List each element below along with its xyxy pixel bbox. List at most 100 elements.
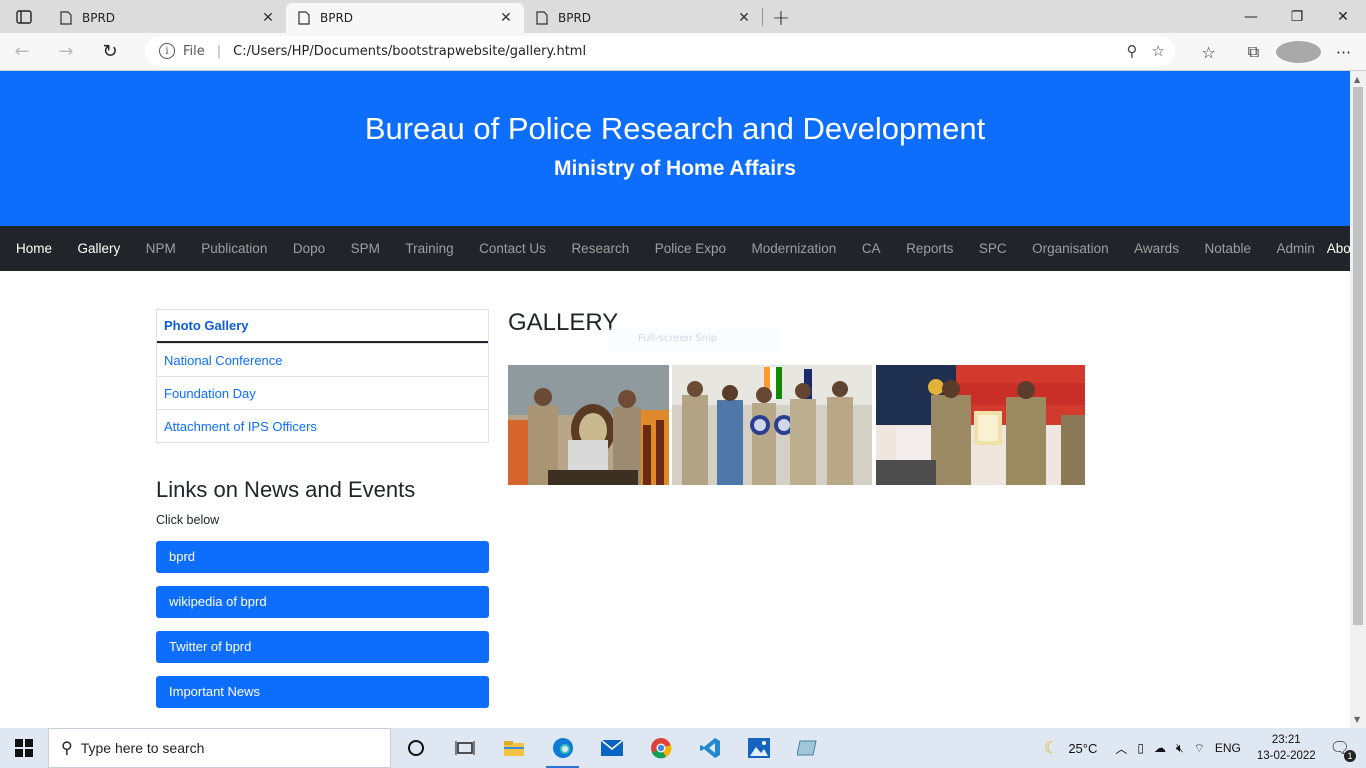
windows-taskbar: ⚲ Type here to search ☾ 25°C ︿ ▯ ☁ 🔇︎ ⌔ … (0, 728, 1366, 768)
award-presentation-photo[interactable] (672, 365, 872, 485)
volume-muted-icon[interactable]: 🔇︎ (1176, 741, 1184, 756)
site-banner: Bureau of Police Research and Developmen… (0, 71, 1350, 226)
browser-tab-2[interactable]: BPRD ✕ (286, 3, 524, 33)
weather-moon-icon[interactable]: ☾ (1044, 738, 1058, 758)
news-subtext: Click below (156, 513, 220, 527)
notification-center-icon[interactable]: 🗨︎ 1 (1330, 738, 1356, 762)
link-wikipedia-button[interactable]: wikipedia of bprd (156, 586, 489, 618)
page-icon (60, 11, 72, 25)
tab-title: BPRD (320, 11, 354, 25)
nav-ca[interactable]: CA (862, 241, 881, 256)
divider: | (216, 43, 222, 59)
app-icon[interactable] (783, 728, 832, 768)
link-important-news-button[interactable]: Important News (156, 676, 489, 708)
browser-tab-strip: BPRD ✕ BPRD ✕ BPRD ✕ + — ❐ ✕ (0, 0, 1366, 33)
nav-reports[interactable]: Reports (906, 241, 953, 256)
profile-avatar[interactable] (1276, 41, 1321, 63)
nav-spc[interactable]: SPC (979, 241, 1007, 256)
file-explorer-icon[interactable] (489, 728, 538, 768)
nav-modernization[interactable]: Modernization (752, 241, 837, 256)
nav-npm[interactable]: NPM (146, 241, 176, 256)
nav-police-expo[interactable]: Police Expo (655, 241, 726, 256)
browser-toolbar: ← → ↻ i File | C:/Users/HP/Documents/boo… (0, 33, 1366, 71)
edge-browser-icon[interactable] (538, 728, 587, 768)
browser-tab-1[interactable]: BPRD ✕ (48, 3, 286, 33)
tab-actions-icon[interactable] (0, 0, 48, 33)
page-scrollbar[interactable]: ▲ ▼ (1350, 71, 1366, 728)
weather-temp[interactable]: 25°C (1068, 741, 1097, 756)
vscode-icon[interactable] (685, 728, 734, 768)
new-tab-icon[interactable]: + (763, 3, 799, 33)
cortana-icon[interactable] (391, 728, 440, 768)
notification-badge: 1 (1344, 750, 1356, 762)
site-title: Bureau of Police Research and Developmen… (364, 111, 986, 146)
mail-icon[interactable] (587, 728, 636, 768)
close-tab-icon[interactable]: ✕ (498, 10, 514, 26)
search-placeholder: Type here to search (80, 740, 205, 756)
nav-training[interactable]: Training (405, 241, 453, 256)
window-controls: — ❐ ✕ (1228, 0, 1366, 33)
scroll-down-icon[interactable]: ▼ (1354, 715, 1360, 724)
menu-foundation-day[interactable]: Foundation Day (157, 376, 488, 409)
nav-awards[interactable]: Awards (1134, 241, 1179, 256)
menu-national-conference[interactable]: National Conference (157, 343, 488, 376)
device-icon[interactable]: ▯ (1137, 741, 1144, 755)
nav-research[interactable]: Research (571, 241, 629, 256)
chrome-icon[interactable] (636, 728, 685, 768)
clock-date: 13-02-2022 (1256, 750, 1316, 762)
link-twitter-button[interactable]: Twitter of bprd (156, 631, 489, 663)
clock-time: 23:21 (1271, 734, 1301, 746)
nav-publication[interactable]: Publication (201, 241, 267, 256)
nav-spm[interactable]: SPM (351, 241, 380, 256)
scroll-thumb[interactable] (1353, 87, 1363, 625)
site-info-icon[interactable]: i (159, 43, 175, 59)
nav-dopo[interactable]: Dopo (293, 241, 325, 256)
taskbar-search[interactable]: ⚲ Type here to search (48, 728, 391, 768)
system-tray: ☾ 25°C ︿ ▯ ☁ 🔇︎ ⌔ ENG 23:21 13-02-2022 🗨… (1044, 728, 1366, 768)
add-favorite-icon[interactable]: ☆ (1152, 42, 1165, 60)
windows-start-icon[interactable] (0, 728, 48, 768)
show-hidden-icons[interactable]: ︿ (1115, 740, 1127, 757)
nav-gallery[interactable]: Gallery (78, 241, 121, 256)
close-tab-icon[interactable]: ✕ (736, 10, 752, 26)
page-viewport: Bureau of Police Research and Developmen… (0, 71, 1350, 728)
nav-organisation[interactable]: Organisation (1032, 241, 1109, 256)
nav-home[interactable]: Home (16, 241, 52, 256)
nav-notable[interactable]: Notable (1204, 241, 1251, 256)
scroll-up-icon[interactable]: ▲ (1354, 75, 1360, 84)
kerala-police-certificate-photo[interactable] (876, 365, 1085, 485)
refresh-icon[interactable]: ↻ (88, 35, 132, 69)
menu-photo-gallery[interactable]: Photo Gallery (157, 310, 488, 343)
browser-tab-3[interactable]: BPRD ✕ (524, 3, 762, 33)
news-heading: Links on News and Events (156, 477, 416, 502)
address-bar[interactable]: i File | C:/Users/HP/Documents/bootstrap… (145, 36, 1175, 66)
sidebar: Photo Gallery National Conference Founda… (156, 309, 489, 708)
restore-icon[interactable]: ❐ (1274, 0, 1320, 33)
menu-attachment-ips[interactable]: Attachment of IPS Officers (157, 409, 488, 442)
back-icon[interactable]: ← (0, 35, 44, 69)
forward-icon[interactable]: → (44, 35, 88, 69)
collections-icon[interactable]: ⧉ (1231, 42, 1276, 62)
favorites-icon[interactable]: ☆ (1186, 43, 1231, 62)
close-tab-icon[interactable]: ✕ (260, 10, 276, 26)
trophy-ceremony-photo[interactable] (508, 365, 669, 485)
photo-row (508, 365, 1088, 485)
settings-more-icon[interactable]: ··· (1321, 43, 1366, 62)
nav-about-us[interactable]: About Us (1327, 241, 1350, 256)
page-icon (298, 11, 310, 25)
network-icon[interactable]: ⌔ (1194, 741, 1205, 756)
clock[interactable]: 23:21 13-02-2022 (1257, 732, 1316, 764)
minimize-icon[interactable]: — (1228, 0, 1274, 33)
url-text[interactable]: C:/Users/HP/Documents/bootstrapwebsite/g… (233, 44, 1126, 59)
snip-overlay: Full-screen Snip (608, 328, 780, 352)
zoom-icon[interactable]: ⚲ (1127, 42, 1138, 60)
task-view-icon[interactable] (440, 728, 489, 768)
nav-contact-us[interactable]: Contact Us (479, 241, 546, 256)
onedrive-icon[interactable]: ☁ (1154, 741, 1166, 755)
photos-icon[interactable] (734, 728, 783, 768)
scheme-label: File (183, 43, 205, 59)
link-bprd-button[interactable]: bprd (156, 541, 489, 573)
close-window-icon[interactable]: ✕ (1320, 0, 1366, 33)
nav-admin[interactable]: Admin (1277, 241, 1315, 256)
language-indicator[interactable]: ENG (1215, 741, 1241, 755)
